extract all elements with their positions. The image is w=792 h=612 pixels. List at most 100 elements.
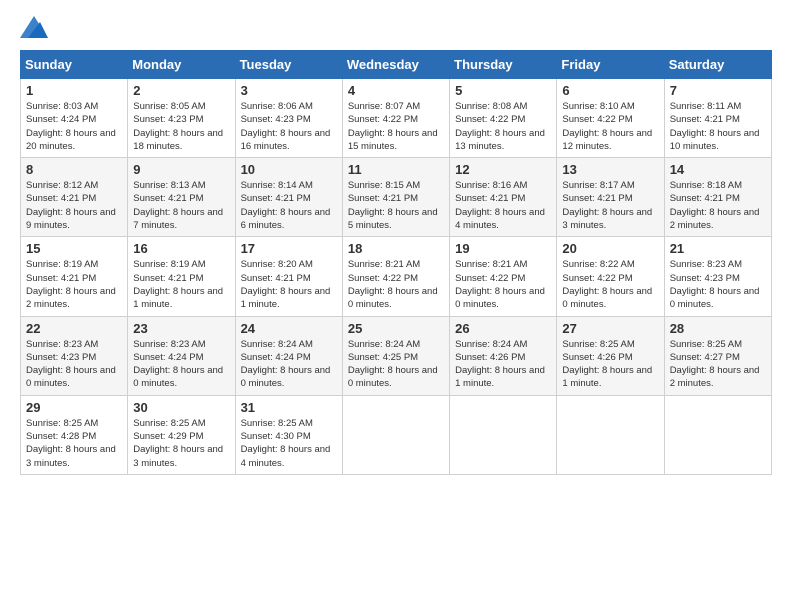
day-info: Sunrise: 8:25 AM Sunset: 4:30 PM Dayligh…: [241, 417, 337, 470]
day-number: 25: [348, 321, 444, 336]
day-number: 20: [562, 241, 658, 256]
calendar-day-cell: 10 Sunrise: 8:14 AM Sunset: 4:21 PM Dayl…: [235, 158, 342, 237]
day-number: 13: [562, 162, 658, 177]
header: [20, 16, 772, 38]
day-number: 27: [562, 321, 658, 336]
calendar-day-cell: 19 Sunrise: 8:21 AM Sunset: 4:22 PM Dayl…: [450, 237, 557, 316]
day-info: Sunrise: 8:12 AM Sunset: 4:21 PM Dayligh…: [26, 179, 122, 232]
day-info: Sunrise: 8:16 AM Sunset: 4:21 PM Dayligh…: [455, 179, 551, 232]
day-info: Sunrise: 8:21 AM Sunset: 4:22 PM Dayligh…: [455, 258, 551, 311]
calendar-day-cell: 31 Sunrise: 8:25 AM Sunset: 4:30 PM Dayl…: [235, 395, 342, 474]
calendar-day-cell: [450, 395, 557, 474]
day-number: 14: [670, 162, 766, 177]
day-info: Sunrise: 8:18 AM Sunset: 4:21 PM Dayligh…: [670, 179, 766, 232]
day-info: Sunrise: 8:23 AM Sunset: 4:23 PM Dayligh…: [670, 258, 766, 311]
calendar-day-cell: 25 Sunrise: 8:24 AM Sunset: 4:25 PM Dayl…: [342, 316, 449, 395]
day-number: 3: [241, 83, 337, 98]
day-info: Sunrise: 8:23 AM Sunset: 4:23 PM Dayligh…: [26, 338, 122, 391]
day-info: Sunrise: 8:11 AM Sunset: 4:21 PM Dayligh…: [670, 100, 766, 153]
day-number: 24: [241, 321, 337, 336]
calendar-day-cell: 15 Sunrise: 8:19 AM Sunset: 4:21 PM Dayl…: [21, 237, 128, 316]
day-info: Sunrise: 8:20 AM Sunset: 4:21 PM Dayligh…: [241, 258, 337, 311]
day-info: Sunrise: 8:24 AM Sunset: 4:25 PM Dayligh…: [348, 338, 444, 391]
calendar-day-cell: 24 Sunrise: 8:24 AM Sunset: 4:24 PM Dayl…: [235, 316, 342, 395]
day-number: 31: [241, 400, 337, 415]
day-info: Sunrise: 8:23 AM Sunset: 4:24 PM Dayligh…: [133, 338, 229, 391]
day-info: Sunrise: 8:19 AM Sunset: 4:21 PM Dayligh…: [133, 258, 229, 311]
calendar-day-cell: [664, 395, 771, 474]
calendar-day-header: Thursday: [450, 51, 557, 79]
calendar-day-header: Sunday: [21, 51, 128, 79]
day-number: 18: [348, 241, 444, 256]
calendar-day-cell: [342, 395, 449, 474]
calendar-day-cell: 11 Sunrise: 8:15 AM Sunset: 4:21 PM Dayl…: [342, 158, 449, 237]
day-info: Sunrise: 8:05 AM Sunset: 4:23 PM Dayligh…: [133, 100, 229, 153]
day-info: Sunrise: 8:19 AM Sunset: 4:21 PM Dayligh…: [26, 258, 122, 311]
day-info: Sunrise: 8:21 AM Sunset: 4:22 PM Dayligh…: [348, 258, 444, 311]
calendar-day-cell: 5 Sunrise: 8:08 AM Sunset: 4:22 PM Dayli…: [450, 79, 557, 158]
day-number: 7: [670, 83, 766, 98]
calendar-day-cell: 8 Sunrise: 8:12 AM Sunset: 4:21 PM Dayli…: [21, 158, 128, 237]
day-info: Sunrise: 8:15 AM Sunset: 4:21 PM Dayligh…: [348, 179, 444, 232]
calendar-day-cell: 28 Sunrise: 8:25 AM Sunset: 4:27 PM Dayl…: [664, 316, 771, 395]
calendar-day-header: Friday: [557, 51, 664, 79]
calendar-day-cell: 29 Sunrise: 8:25 AM Sunset: 4:28 PM Dayl…: [21, 395, 128, 474]
calendar-day-cell: 12 Sunrise: 8:16 AM Sunset: 4:21 PM Dayl…: [450, 158, 557, 237]
day-info: Sunrise: 8:25 AM Sunset: 4:26 PM Dayligh…: [562, 338, 658, 391]
calendar-day-cell: 27 Sunrise: 8:25 AM Sunset: 4:26 PM Dayl…: [557, 316, 664, 395]
day-info: Sunrise: 8:14 AM Sunset: 4:21 PM Dayligh…: [241, 179, 337, 232]
day-info: Sunrise: 8:25 AM Sunset: 4:28 PM Dayligh…: [26, 417, 122, 470]
calendar-day-header: Saturday: [664, 51, 771, 79]
day-info: Sunrise: 8:22 AM Sunset: 4:22 PM Dayligh…: [562, 258, 658, 311]
day-number: 12: [455, 162, 551, 177]
calendar-day-cell: 6 Sunrise: 8:10 AM Sunset: 4:22 PM Dayli…: [557, 79, 664, 158]
calendar-week-row: 8 Sunrise: 8:12 AM Sunset: 4:21 PM Dayli…: [21, 158, 772, 237]
calendar-day-cell: 26 Sunrise: 8:24 AM Sunset: 4:26 PM Dayl…: [450, 316, 557, 395]
day-info: Sunrise: 8:25 AM Sunset: 4:27 PM Dayligh…: [670, 338, 766, 391]
day-number: 28: [670, 321, 766, 336]
day-info: Sunrise: 8:07 AM Sunset: 4:22 PM Dayligh…: [348, 100, 444, 153]
day-number: 1: [26, 83, 122, 98]
day-info: Sunrise: 8:10 AM Sunset: 4:22 PM Dayligh…: [562, 100, 658, 153]
calendar-day-header: Wednesday: [342, 51, 449, 79]
calendar-day-cell: 22 Sunrise: 8:23 AM Sunset: 4:23 PM Dayl…: [21, 316, 128, 395]
calendar-day-cell: 16 Sunrise: 8:19 AM Sunset: 4:21 PM Dayl…: [128, 237, 235, 316]
day-info: Sunrise: 8:06 AM Sunset: 4:23 PM Dayligh…: [241, 100, 337, 153]
day-info: Sunrise: 8:24 AM Sunset: 4:24 PM Dayligh…: [241, 338, 337, 391]
day-number: 23: [133, 321, 229, 336]
calendar-week-row: 29 Sunrise: 8:25 AM Sunset: 4:28 PM Dayl…: [21, 395, 772, 474]
calendar-day-cell: 13 Sunrise: 8:17 AM Sunset: 4:21 PM Dayl…: [557, 158, 664, 237]
calendar-day-cell: [557, 395, 664, 474]
calendar-week-row: 22 Sunrise: 8:23 AM Sunset: 4:23 PM Dayl…: [21, 316, 772, 395]
day-number: 30: [133, 400, 229, 415]
day-info: Sunrise: 8:24 AM Sunset: 4:26 PM Dayligh…: [455, 338, 551, 391]
day-number: 2: [133, 83, 229, 98]
day-info: Sunrise: 8:17 AM Sunset: 4:21 PM Dayligh…: [562, 179, 658, 232]
calendar-day-cell: 1 Sunrise: 8:03 AM Sunset: 4:24 PM Dayli…: [21, 79, 128, 158]
day-number: 19: [455, 241, 551, 256]
day-number: 21: [670, 241, 766, 256]
day-info: Sunrise: 8:25 AM Sunset: 4:29 PM Dayligh…: [133, 417, 229, 470]
calendar-day-cell: 7 Sunrise: 8:11 AM Sunset: 4:21 PM Dayli…: [664, 79, 771, 158]
day-number: 16: [133, 241, 229, 256]
calendar-day-cell: 3 Sunrise: 8:06 AM Sunset: 4:23 PM Dayli…: [235, 79, 342, 158]
calendar-day-cell: 21 Sunrise: 8:23 AM Sunset: 4:23 PM Dayl…: [664, 237, 771, 316]
calendar-week-row: 15 Sunrise: 8:19 AM Sunset: 4:21 PM Dayl…: [21, 237, 772, 316]
day-number: 5: [455, 83, 551, 98]
day-number: 22: [26, 321, 122, 336]
day-number: 17: [241, 241, 337, 256]
calendar-day-cell: 14 Sunrise: 8:18 AM Sunset: 4:21 PM Dayl…: [664, 158, 771, 237]
calendar-day-header: Monday: [128, 51, 235, 79]
day-info: Sunrise: 8:13 AM Sunset: 4:21 PM Dayligh…: [133, 179, 229, 232]
calendar-day-cell: 30 Sunrise: 8:25 AM Sunset: 4:29 PM Dayl…: [128, 395, 235, 474]
day-number: 4: [348, 83, 444, 98]
logo-icon: [20, 16, 48, 38]
calendar-day-cell: 23 Sunrise: 8:23 AM Sunset: 4:24 PM Dayl…: [128, 316, 235, 395]
calendar-day-cell: 17 Sunrise: 8:20 AM Sunset: 4:21 PM Dayl…: [235, 237, 342, 316]
day-number: 26: [455, 321, 551, 336]
calendar-day-cell: 2 Sunrise: 8:05 AM Sunset: 4:23 PM Dayli…: [128, 79, 235, 158]
day-number: 10: [241, 162, 337, 177]
calendar-day-cell: 20 Sunrise: 8:22 AM Sunset: 4:22 PM Dayl…: [557, 237, 664, 316]
day-number: 29: [26, 400, 122, 415]
day-number: 9: [133, 162, 229, 177]
